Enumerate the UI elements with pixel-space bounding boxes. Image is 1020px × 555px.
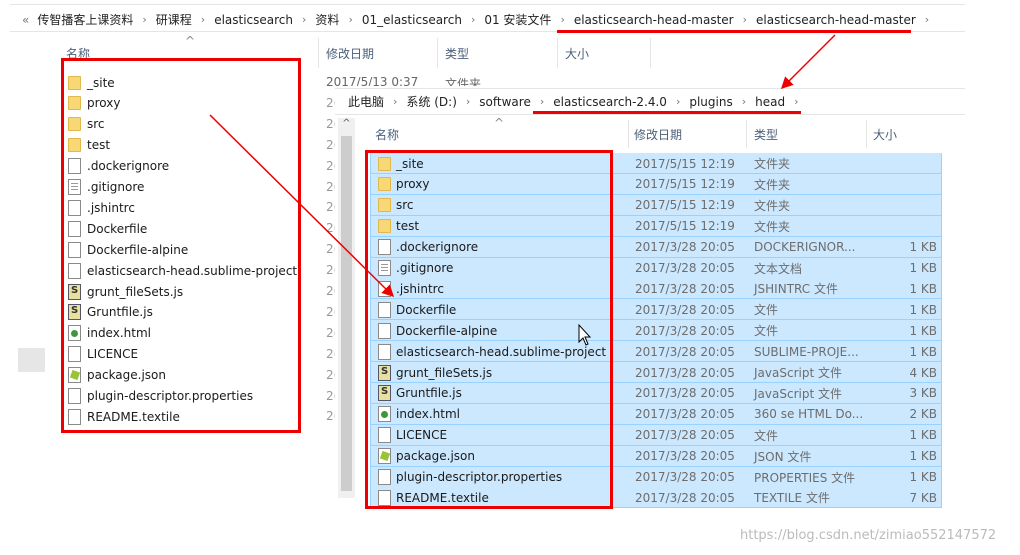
watermark: https://blog.csdn.net/zimiao552147572 (740, 528, 997, 543)
arrow-to-head-folder (780, 34, 836, 90)
mouse-cursor-icon (578, 323, 592, 346)
annotation-arrows (209, 34, 836, 346)
arrow-to-files (209, 114, 395, 298)
